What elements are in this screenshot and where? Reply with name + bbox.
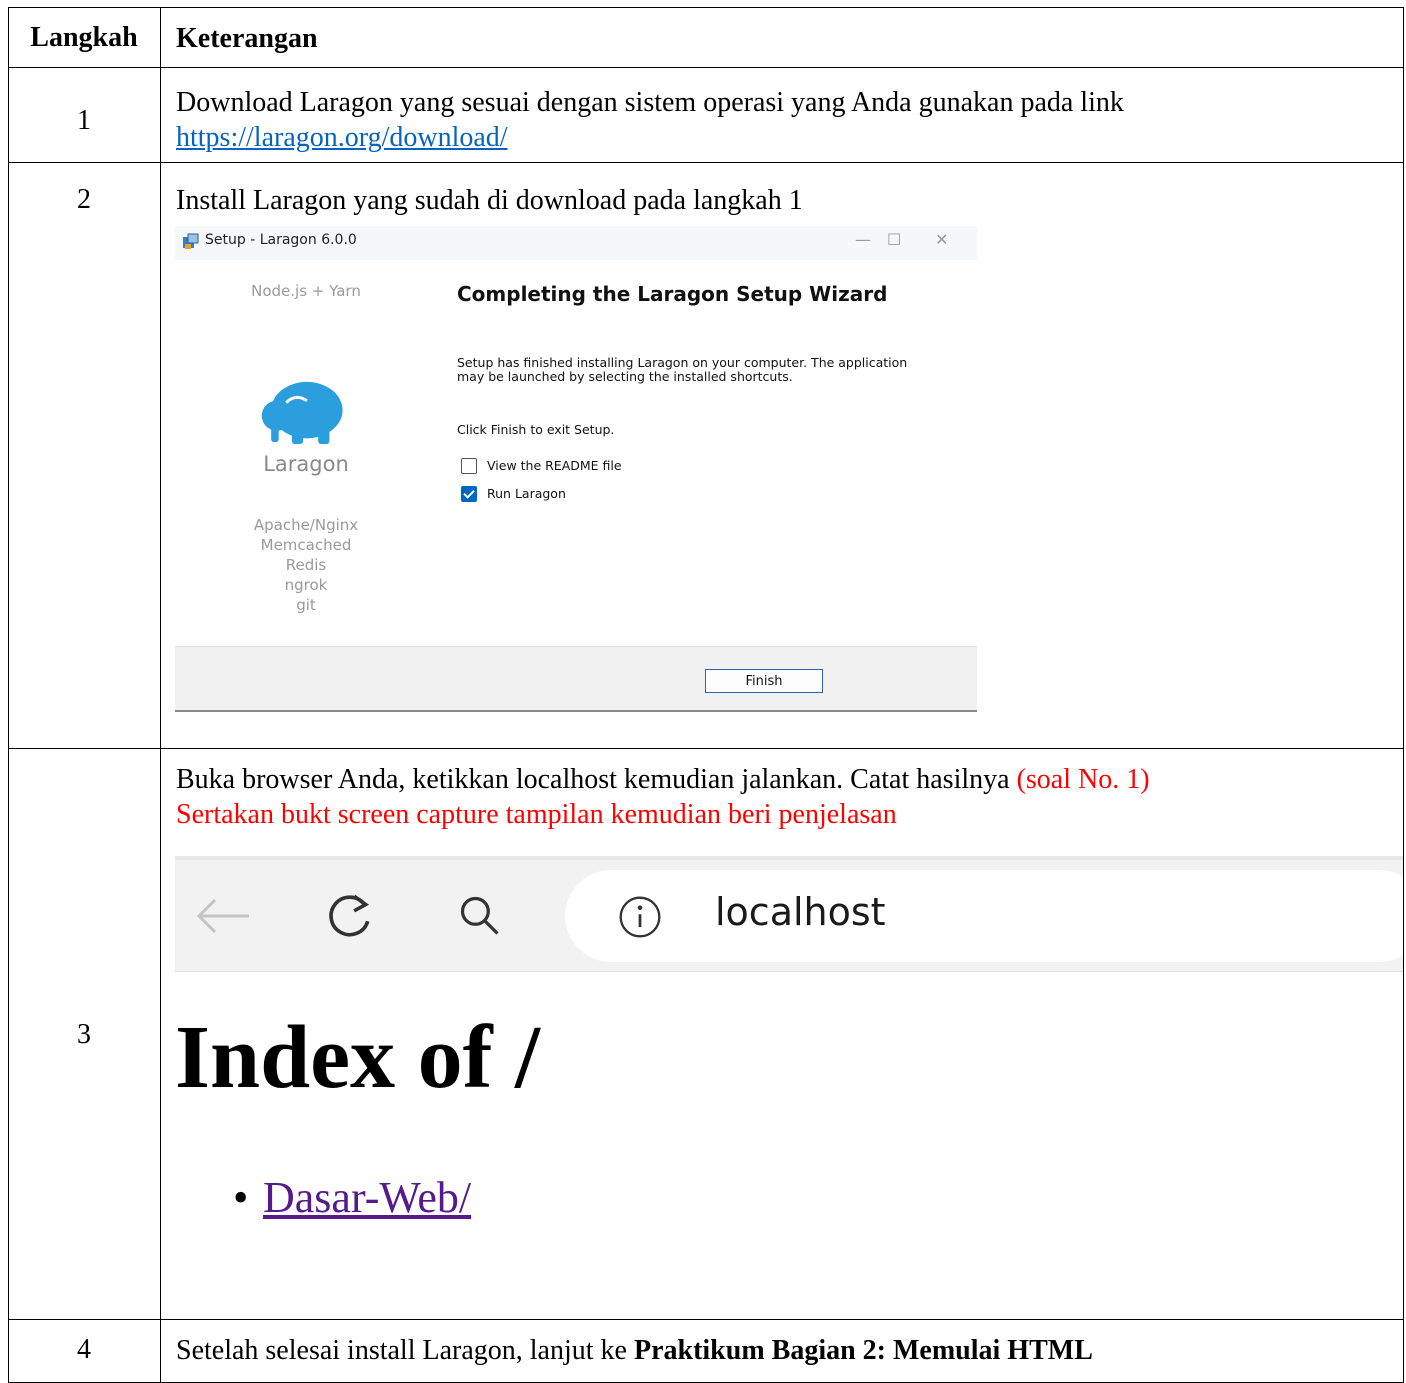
address-bar[interactable]: localhost bbox=[565, 870, 1403, 962]
table-border-row1 bbox=[8, 162, 1404, 163]
step-1-text: Download Laragon yang sesuai dengan sist… bbox=[176, 87, 1124, 118]
search-icon[interactable] bbox=[457, 892, 503, 940]
readme-checkbox-label: View the README file bbox=[487, 458, 622, 473]
table-border-row3 bbox=[8, 1319, 1404, 1320]
readme-checkbox[interactable] bbox=[461, 458, 477, 474]
step-2-text: Install Laragon yang sudah di download p… bbox=[176, 185, 803, 216]
info-icon[interactable] bbox=[617, 894, 663, 940]
stack-item: ngrok bbox=[284, 576, 328, 594]
step-4-text: Setelah selesai install Laragon, lanjut … bbox=[176, 1334, 1093, 1368]
step-4-main: Setelah selesai install Laragon, lanjut … bbox=[176, 1335, 627, 1366]
setup-wizard-window: Setup - Laragon 6.0.0 — ☐ ✕ Node.js + Ya… bbox=[175, 226, 977, 712]
step-3-main: Buka browser Anda, ketikkan localhost ke… bbox=[176, 764, 1010, 795]
step-number-3: 3 bbox=[77, 1019, 91, 1050]
stack-item: Apache/Nginx bbox=[253, 516, 359, 534]
stack-item: Memcached bbox=[260, 536, 352, 554]
wizard-instruction: Click Finish to exit Setup. bbox=[457, 422, 615, 437]
run-laragon-checkbox-label: Run Laragon bbox=[487, 486, 566, 501]
wizard-heading: Completing the Laragon Setup Wizard bbox=[457, 282, 888, 306]
reload-icon[interactable] bbox=[323, 890, 375, 942]
wizard-bottom-edge bbox=[175, 710, 977, 712]
laragon-elephant-icon bbox=[261, 381, 343, 444]
table-border-row2 bbox=[8, 748, 1404, 749]
finish-button[interactable]: Finish bbox=[705, 669, 823, 693]
side-top-text: Node.js + Yarn bbox=[251, 282, 361, 300]
table-border-top bbox=[8, 7, 1404, 8]
step-4-bold: Praktikum Bagian 2: Memulai HTML bbox=[633, 1335, 1093, 1366]
directory-list-item: • Dasar-Web/ bbox=[233, 1172, 471, 1223]
minimize-icon[interactable]: — bbox=[855, 230, 871, 249]
header-description: Keterangan bbox=[176, 23, 318, 54]
wizard-footer: Finish bbox=[175, 646, 977, 712]
installer-app-icon bbox=[183, 233, 199, 249]
step-number-2: 2 bbox=[77, 184, 91, 215]
step-number-1: 1 bbox=[77, 105, 91, 136]
dasar-web-link[interactable]: Dasar-Web/ bbox=[263, 1173, 471, 1222]
address-text[interactable]: localhost bbox=[715, 890, 886, 934]
run-laragon-checkbox[interactable] bbox=[461, 486, 477, 502]
step-3-text: Buka browser Anda, ketikkan localhost ke… bbox=[176, 763, 1150, 797]
maximize-icon[interactable]: ☐ bbox=[887, 230, 901, 249]
back-arrow-icon[interactable] bbox=[193, 894, 253, 938]
laragon-logo-text: Laragon bbox=[263, 452, 349, 476]
step-3-note-line: Sertakan bukt screen capture tampilan ke… bbox=[176, 799, 897, 830]
browser-toolbar: localhost bbox=[175, 856, 1403, 972]
wizard-side-panel: Node.js + Yarn Laragon Apache/Nginx Memc… bbox=[175, 260, 437, 646]
wizard-title: Setup - Laragon 6.0.0 bbox=[205, 232, 357, 248]
table-border-mid bbox=[160, 7, 161, 1383]
index-heading: Index of / bbox=[175, 1008, 541, 1107]
bullet-icon: • bbox=[233, 1173, 249, 1222]
wizard-titlebar: Setup - Laragon 6.0.0 — ☐ ✕ bbox=[175, 226, 977, 260]
step-number-4: 4 bbox=[77, 1334, 91, 1365]
stack-item: git bbox=[296, 596, 316, 614]
browser-screenshot: localhost Index of / • Dasar-Web/ bbox=[175, 856, 1403, 1316]
side-stack-list: Apache/Nginx Memcached Redis ngrok git bbox=[175, 515, 437, 615]
table-border-right bbox=[1403, 7, 1404, 1383]
stack-item: Redis bbox=[285, 556, 327, 574]
wizard-body-text: Setup has finished installing Laragon on… bbox=[457, 355, 908, 384]
header-step: Langkah bbox=[30, 22, 138, 53]
table-border-header bbox=[8, 67, 1404, 68]
close-icon[interactable]: ✕ bbox=[935, 230, 948, 249]
step-3-note-inline: (soal No. 1) bbox=[1016, 764, 1150, 795]
laragon-download-link[interactable]: https://laragon.org/download/ bbox=[176, 121, 508, 155]
